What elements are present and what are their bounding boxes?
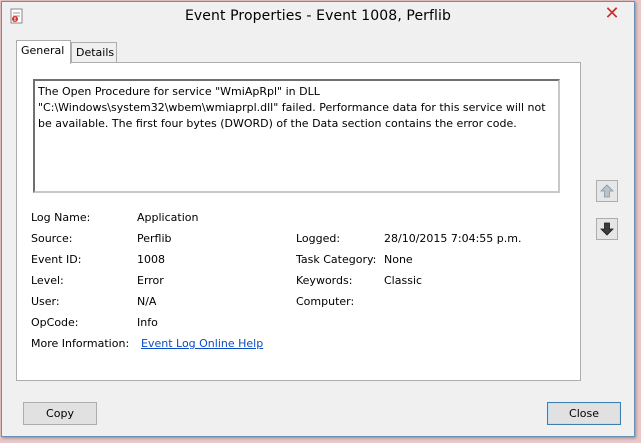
user-label: User: bbox=[31, 295, 60, 308]
source-label: Source: bbox=[31, 232, 73, 245]
window-title: Event Properties - Event 1008, Perflib bbox=[184, 8, 452, 24]
opcode-label: OpCode: bbox=[31, 316, 79, 329]
event-log-online-help-link[interactable]: Event Log Online Help bbox=[141, 337, 263, 350]
copy-button[interactable]: Copy bbox=[23, 402, 97, 425]
level-value: Error bbox=[137, 274, 164, 287]
close-button[interactable]: Close bbox=[547, 402, 621, 425]
computer-label: Computer: bbox=[296, 295, 355, 308]
task-category-value: None bbox=[384, 253, 413, 266]
more-information-label: More Information: bbox=[31, 337, 130, 350]
event-description-box[interactable]: The Open Procedure for service "WmiApRpl… bbox=[33, 79, 560, 193]
source-value: Perflib bbox=[137, 232, 172, 245]
logged-label: Logged: bbox=[296, 232, 341, 245]
close-window-icon[interactable]: ✕ bbox=[604, 5, 620, 23]
opcode-value: Info bbox=[137, 316, 158, 329]
previous-event-button[interactable] bbox=[596, 180, 618, 202]
keywords-label: Keywords: bbox=[296, 274, 353, 287]
event-properties-window: Event Properties - Event 1008, Perflib ✕… bbox=[1, 1, 635, 437]
event-id-value: 1008 bbox=[137, 253, 165, 266]
task-category-label: Task Category: bbox=[296, 253, 377, 266]
event-id-label: Event ID: bbox=[31, 253, 82, 266]
log-name-value: Application bbox=[137, 211, 199, 224]
title-bar[interactable]: Event Properties - Event 1008, Perflib ✕ bbox=[2, 2, 634, 32]
level-label: Level: bbox=[31, 274, 64, 287]
general-panel: The Open Procedure for service "WmiApRpl… bbox=[16, 62, 581, 381]
log-name-label: Log Name: bbox=[31, 211, 91, 224]
tab-details[interactable]: Details bbox=[71, 42, 117, 62]
tab-general[interactable]: General bbox=[16, 40, 71, 64]
logged-value: 28/10/2015 7:04:55 p.m. bbox=[384, 232, 522, 245]
user-value: N/A bbox=[137, 295, 157, 308]
keywords-value: Classic bbox=[384, 274, 423, 287]
next-event-button[interactable] bbox=[596, 218, 618, 240]
